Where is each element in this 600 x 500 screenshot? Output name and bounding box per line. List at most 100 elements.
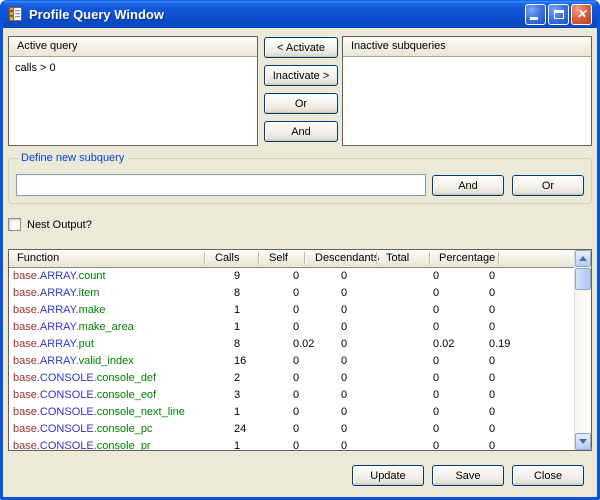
- window-title: Profile Query Window: [29, 7, 525, 22]
- active-query-header: Active query: [9, 37, 257, 57]
- calls-cell: 1: [234, 321, 240, 333]
- function-table: Function Calls Self Descendants Total Pe…: [8, 249, 592, 451]
- self-cell: 0: [293, 304, 299, 316]
- table-header: Function Calls Self Descendants Total Pe…: [9, 250, 591, 268]
- total-cell: 0: [433, 355, 439, 367]
- minimize-button[interactable]: [525, 4, 546, 25]
- self-cell: 0: [293, 355, 299, 367]
- or-button[interactable]: Or: [264, 93, 338, 114]
- descendants-cell: 0: [341, 355, 347, 367]
- total-cell: 0.02: [433, 338, 454, 350]
- update-button[interactable]: Update: [352, 465, 424, 486]
- table-row[interactable]: base.ARRAY.count90000: [9, 268, 574, 285]
- table-row[interactable]: base.ARRAY.item80000: [9, 285, 574, 302]
- percentage-cell: 0: [489, 440, 495, 450]
- total-cell: 0: [433, 372, 439, 384]
- calls-cell: 1: [234, 304, 240, 316]
- descendants-cell: 0: [341, 304, 347, 316]
- column-header-total[interactable]: Total: [386, 252, 409, 264]
- function-cell: base.CONSOLE.console_next_line: [13, 406, 185, 418]
- percentage-cell: 0: [489, 355, 495, 367]
- self-cell: 0: [293, 372, 299, 384]
- inactive-subqueries-list[interactable]: [343, 58, 591, 145]
- descendants-cell: 0: [341, 372, 347, 384]
- table-row[interactable]: base.ARRAY.make10000: [9, 302, 574, 319]
- define-subquery-label: Define new subquery: [17, 152, 128, 165]
- calls-cell: 24: [234, 423, 246, 435]
- column-separator: [304, 252, 305, 265]
- total-cell: 0: [433, 304, 439, 316]
- descendants-cell: 0: [341, 270, 347, 282]
- self-cell: 0: [293, 406, 299, 418]
- total-cell: 0: [433, 270, 439, 282]
- self-cell: 0: [293, 423, 299, 435]
- column-separator: [429, 252, 430, 265]
- self-cell: 0: [293, 389, 299, 401]
- footer-close-button[interactable]: Close: [512, 465, 584, 486]
- table-row[interactable]: base.CONSOLE.console_next_line10000: [9, 404, 574, 421]
- table-row[interactable]: base.ARRAY.put80.0200.020.19: [9, 336, 574, 353]
- window-icon[interactable]: [8, 6, 24, 22]
- profile-query-window: Profile Query Window Active query calls …: [0, 0, 600, 500]
- column-separator: [498, 252, 499, 265]
- inactive-subqueries-panel: Inactive subqueries: [342, 36, 592, 146]
- inactive-subqueries-header: Inactive subqueries: [343, 37, 591, 57]
- function-cell: base.CONSOLE.console_pc: [13, 423, 152, 435]
- percentage-cell: 0: [489, 372, 495, 384]
- descendants-cell: 0: [341, 440, 347, 450]
- active-query-panel: Active query calls > 0: [8, 36, 258, 146]
- calls-cell: 2: [234, 372, 240, 384]
- minimize-icon: [530, 17, 538, 20]
- titlebar[interactable]: Profile Query Window: [3, 0, 597, 28]
- column-header-self[interactable]: Self: [269, 252, 288, 264]
- descendants-cell: 0: [341, 389, 347, 401]
- subquery-and-button[interactable]: And: [432, 175, 504, 196]
- table-row[interactable]: base.ARRAY.valid_index160000: [9, 353, 574, 370]
- activate-button[interactable]: < Activate: [264, 37, 338, 58]
- column-header-percentage[interactable]: Percentage: [439, 252, 495, 264]
- column-header-function[interactable]: Function: [17, 252, 59, 264]
- total-cell: 0: [433, 389, 439, 401]
- table-row[interactable]: base.ARRAY.make_area10000: [9, 319, 574, 336]
- percentage-cell: 0.19: [489, 338, 510, 350]
- maximize-button[interactable]: [548, 4, 569, 25]
- nest-output-checkbox[interactable]: [8, 218, 21, 231]
- scroll-up-button[interactable]: [575, 250, 591, 267]
- function-cell: base.ARRAY.count: [13, 270, 106, 282]
- save-button[interactable]: Save: [432, 465, 504, 486]
- function-cell: base.ARRAY.make: [13, 304, 106, 316]
- calls-cell: 1: [234, 406, 240, 418]
- active-query-item[interactable]: calls > 0: [9, 58, 257, 78]
- close-button[interactable]: [571, 4, 592, 25]
- percentage-cell: 0: [489, 389, 495, 401]
- total-cell: 0: [433, 440, 439, 450]
- table-row[interactable]: base.CONSOLE.console_def20000: [9, 370, 574, 387]
- total-cell: 0: [433, 321, 439, 333]
- descendants-cell: 0: [341, 338, 347, 350]
- table-row[interactable]: base.CONSOLE.console_pr10000: [9, 438, 574, 450]
- scroll-down-button[interactable]: [575, 433, 591, 450]
- total-cell: 0: [433, 406, 439, 418]
- inactivate-button[interactable]: Inactivate >: [264, 65, 338, 86]
- column-header-calls[interactable]: Calls: [215, 252, 239, 264]
- descendants-cell: 0: [341, 287, 347, 299]
- table-row[interactable]: base.CONSOLE.console_pc240000: [9, 421, 574, 438]
- scroll-thumb[interactable]: [575, 268, 591, 290]
- function-cell: base.ARRAY.item: [13, 287, 99, 299]
- self-cell: 0: [293, 287, 299, 299]
- percentage-cell: 0: [489, 423, 495, 435]
- nest-output-row: Nest Output?: [8, 218, 92, 231]
- self-cell: 0: [293, 440, 299, 450]
- self-cell: 0.02: [293, 338, 314, 350]
- and-button[interactable]: And: [264, 121, 338, 142]
- subquery-input[interactable]: [16, 174, 426, 196]
- subquery-or-button[interactable]: Or: [512, 175, 584, 196]
- calls-cell: 8: [234, 338, 240, 350]
- function-cell: base.CONSOLE.console_pr: [13, 440, 151, 450]
- calls-cell: 8: [234, 287, 240, 299]
- active-query-list[interactable]: calls > 0: [9, 58, 257, 145]
- table-row[interactable]: base.CONSOLE.console_eof30000: [9, 387, 574, 404]
- vertical-scrollbar[interactable]: [574, 250, 591, 450]
- column-separator: [258, 252, 259, 265]
- column-header-descendants[interactable]: Descendants: [315, 252, 379, 264]
